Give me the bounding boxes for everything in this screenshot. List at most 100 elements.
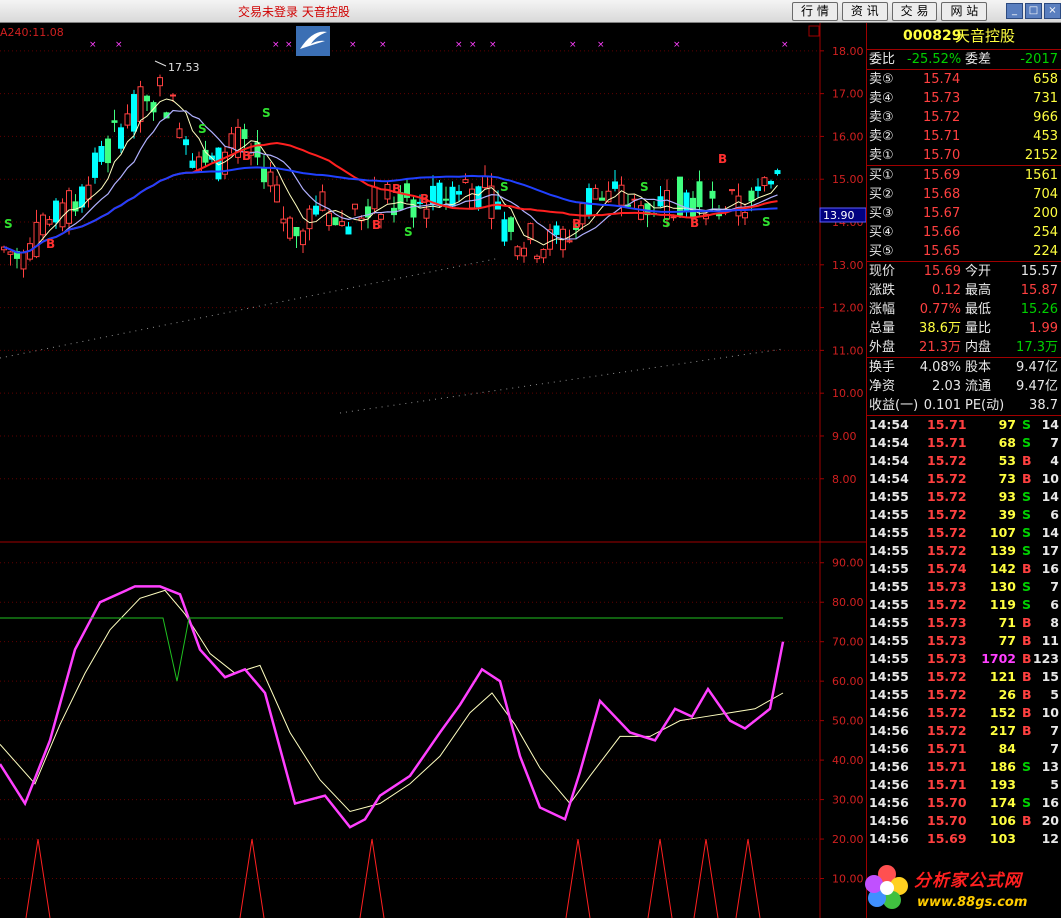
- weicha-label: 委差: [965, 52, 992, 67]
- tick-price: 15.73: [927, 633, 967, 648]
- quotes-button[interactable]: 行 情: [792, 2, 838, 21]
- tick-time: 14:55: [869, 507, 909, 522]
- tick-count: 6: [1050, 597, 1059, 612]
- candle-body: [124, 113, 131, 126]
- candle-body: [40, 214, 46, 236]
- stat-value: 0.12: [932, 283, 961, 298]
- candle-body: [7, 251, 14, 255]
- price-axis-label: 17.00: [832, 88, 864, 101]
- tick-side: B: [1022, 561, 1032, 576]
- minimize-icon[interactable]: _: [1006, 3, 1023, 19]
- candle-body: [33, 221, 40, 258]
- tick-volume: 103: [989, 831, 1016, 846]
- bid-label: 买①: [869, 168, 894, 183]
- ask-label: 卖②: [869, 129, 894, 144]
- candle-body: [20, 252, 27, 270]
- tick-list[interactable]: 14:54 15.71 97 S 14 14:54 15.71 68 S 7 14:…: [867, 416, 1061, 848]
- candle-body: [449, 186, 456, 207]
- fundamental-stats: 换手 4.08% 股本 9.47亿 净资 2.03 流通 9.47亿 收益(一) 0…: [867, 358, 1061, 415]
- website-button[interactable]: 网 站: [941, 2, 988, 21]
- candle-body: [326, 212, 332, 227]
- webi-row: 委比 -25.52% 委差 -2017: [867, 50, 1061, 69]
- ask-label: 卖④: [869, 91, 894, 106]
- candle-body: [332, 217, 339, 226]
- tick-volume: 77: [998, 633, 1016, 648]
- candle-body: [345, 226, 352, 235]
- watermark: 分析家公式网 www.88gs.com: [862, 860, 1061, 918]
- logo-icon: [296, 26, 330, 56]
- candle-body: [677, 176, 683, 216]
- tick-side: B: [1022, 669, 1032, 684]
- price-axis-label: 15.00: [832, 173, 864, 186]
- tick-time: 14:56: [869, 795, 909, 810]
- tick-side: B: [1022, 471, 1032, 486]
- tick-time: 14:56: [869, 813, 909, 828]
- bid-price: 15.66: [923, 225, 961, 240]
- candle-body: [131, 94, 137, 132]
- bid-label: 买④: [869, 225, 894, 240]
- tick-time: 14:56: [869, 723, 909, 738]
- candle-body: [170, 94, 176, 97]
- candle-body: [612, 181, 618, 189]
- tick-time: 14:55: [869, 615, 909, 630]
- tick-volume: 71: [998, 615, 1016, 630]
- candle-body: [111, 120, 118, 123]
- tick-volume: 97: [998, 417, 1016, 432]
- signal-marker: B: [392, 182, 401, 196]
- tick-volume: 119: [989, 597, 1016, 612]
- tick-volume: 121: [989, 669, 1016, 684]
- news-button[interactable]: 资 讯: [841, 2, 888, 21]
- top-toolbar: 交易未登录 天音控股 行 情 资 讯 交 易 网 站 _ □ ×: [0, 0, 1061, 23]
- bid-label: 买③: [869, 206, 894, 221]
- stat-value: 15.57: [1020, 264, 1058, 279]
- ask-price: 15.70: [923, 148, 961, 163]
- tick-time: 14:55: [869, 669, 909, 684]
- tick-count: 10: [1041, 705, 1059, 720]
- candle-body: [371, 186, 378, 210]
- candle-body: [339, 221, 345, 226]
- close-icon[interactable]: ×: [1044, 3, 1061, 19]
- kline-chart-area[interactable]: 18.00 17.00 16.00 15.00 14.00 13.00 12.00 11.00…: [0, 23, 866, 918]
- signal-marker: S: [198, 122, 207, 136]
- candle-body: [755, 186, 761, 191]
- tick-count: 14: [1041, 525, 1059, 540]
- tick-side: S: [1022, 489, 1032, 504]
- tick-side: S: [1022, 759, 1032, 774]
- ask-price: 15.72: [923, 110, 961, 125]
- kline-chart[interactable]: 18.0017.0016.0015.0014.0013.0012.0011.00…: [0, 23, 866, 918]
- candle-body: [85, 184, 92, 200]
- tick-price: 15.71: [927, 435, 967, 450]
- candle-body: [189, 160, 196, 168]
- tick-volume: 39: [998, 507, 1016, 522]
- tick-count: 12: [1041, 831, 1059, 846]
- tick-side: S: [1022, 525, 1032, 540]
- osc-axis-label: 40.00: [832, 754, 864, 767]
- stat-label: 涨幅: [869, 302, 896, 317]
- ask-volume: 453: [1033, 129, 1058, 144]
- fund-label: 净资: [869, 379, 896, 394]
- osc-axis-label: 20.00: [832, 833, 864, 846]
- tick-time: 14:56: [869, 777, 909, 792]
- trade-button[interactable]: 交 易: [891, 2, 938, 21]
- candle-body: [293, 227, 300, 237]
- candle-body: [241, 129, 248, 139]
- fund-value: 38.7: [1029, 398, 1058, 413]
- candle-body: [267, 171, 274, 187]
- fund-value: 9.47亿: [1016, 379, 1058, 394]
- tick-count: 8: [1050, 615, 1059, 630]
- tick-side: S: [1022, 435, 1032, 450]
- stat-value: 17.3万: [1016, 340, 1058, 355]
- candle-body: [774, 170, 781, 175]
- stat-label: 量比: [965, 321, 992, 336]
- tick-side: B: [1022, 651, 1032, 666]
- tick-volume: 186: [989, 759, 1016, 774]
- osc-axis-label: 60.00: [832, 675, 864, 688]
- signal-marker: S: [640, 180, 649, 194]
- candle-body: [592, 187, 599, 200]
- candle-body: [352, 203, 358, 210]
- stock-name: 天音控股: [955, 27, 1016, 45]
- maximize-icon[interactable]: □: [1025, 3, 1042, 19]
- tick-price: 15.71: [927, 759, 967, 774]
- candle-body: [456, 191, 462, 195]
- tick-volume: 68: [998, 435, 1016, 450]
